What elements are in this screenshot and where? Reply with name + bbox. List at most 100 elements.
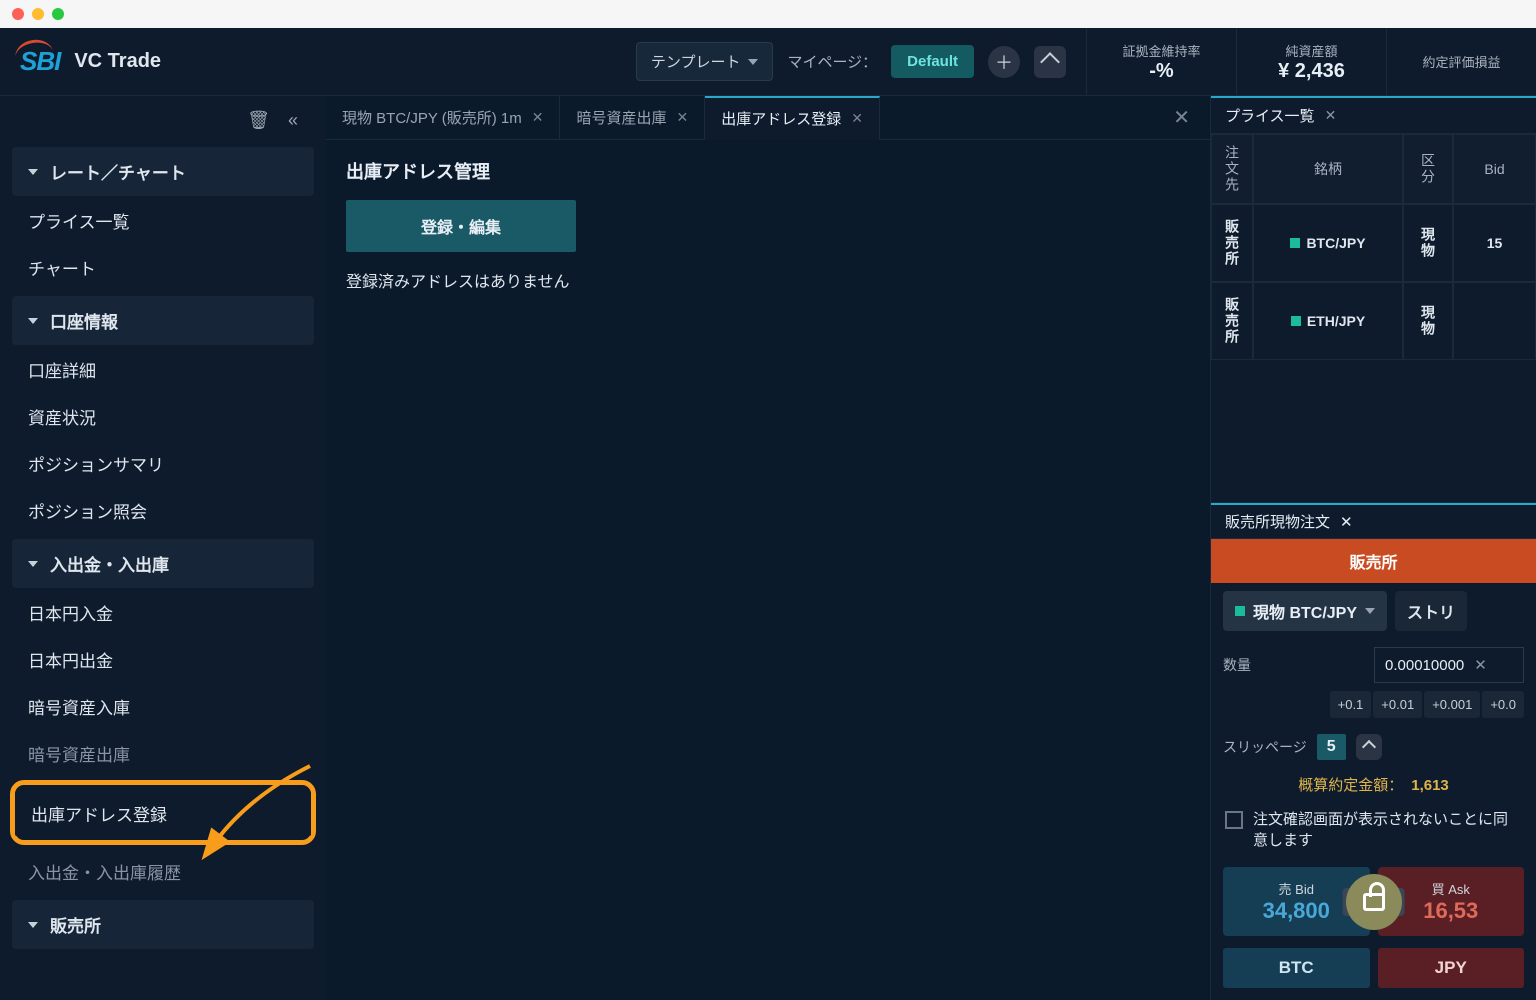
qty-input[interactable]: 0.00010000✕ xyxy=(1374,647,1524,683)
increment-button[interactable]: +0.0 xyxy=(1482,691,1524,718)
sidebar-item-crypto-withdraw[interactable]: 暗号資産出庫 xyxy=(12,731,314,776)
close-icon[interactable]: ✕ xyxy=(532,109,544,126)
empty-address-message: 登録済みアドレスはありません xyxy=(346,268,1190,292)
clear-icon[interactable]: ✕ xyxy=(1474,656,1487,674)
template-label: テンプレート xyxy=(651,51,741,72)
row-bid xyxy=(1453,282,1536,360)
close-icon[interactable]: ✕ xyxy=(851,110,863,127)
row-type: 現物 xyxy=(1418,305,1438,337)
sidebar-section-account[interactable]: 口座情報 xyxy=(12,296,314,345)
chevron-down-icon xyxy=(28,169,38,175)
right-panel: プライス一覧✕ 注文先 銘柄 区分 Bid 販売所 BTC/JPY 現物 15 … xyxy=(1210,96,1536,1000)
annotation-highlight: 出庫アドレス登録 xyxy=(10,780,316,845)
close-icon[interactable]: ✕ xyxy=(1340,513,1353,531)
main-content: 現物 BTC/JPY (販売所) 1m✕ 暗号資産出庫✕ 出庫アドレス登録✕ ✕… xyxy=(326,96,1210,1000)
sidebar-item-position-summary[interactable]: ポジションサマリ xyxy=(12,441,314,486)
increment-button[interactable]: +0.001 xyxy=(1424,691,1480,718)
increment-button[interactable]: +0.1 xyxy=(1330,691,1372,718)
minimize-window-icon[interactable] xyxy=(32,8,44,20)
brand-sbi: SBI xyxy=(20,46,60,77)
order-tab[interactable]: 販売所現物注文✕ xyxy=(1211,503,1536,539)
close-window-icon[interactable] xyxy=(12,8,24,20)
pencil-icon xyxy=(1040,52,1060,72)
sidebar-item-jpy-withdraw[interactable]: 日本円出金 xyxy=(12,637,314,682)
consent-checkbox[interactable] xyxy=(1225,811,1243,829)
lock-icon xyxy=(1363,893,1385,911)
stat-value: -% xyxy=(1115,60,1208,83)
sidebar-section-dealer[interactable]: 販売所 xyxy=(12,900,314,949)
brand-vct: VC Trade xyxy=(74,50,161,73)
col-symbol: 銘柄 xyxy=(1253,134,1403,204)
close-icon[interactable]: ✕ xyxy=(677,109,689,126)
consent-text: 注文確認画面が表示されないことに同意します xyxy=(1253,809,1522,851)
pencil-icon xyxy=(1362,740,1376,754)
symbol-btcjpy[interactable]: BTC/JPY xyxy=(1290,235,1365,251)
maximize-window-icon[interactable] xyxy=(52,8,64,20)
content-tabs: 現物 BTC/JPY (販売所) 1m✕ 暗号資産出庫✕ 出庫アドレス登録✕ ✕ xyxy=(326,96,1210,140)
status-indicator-icon xyxy=(1235,606,1245,616)
sidebar-section-funds[interactable]: 入出金・入出庫 xyxy=(12,539,314,588)
status-indicator-icon xyxy=(1291,316,1301,326)
tab-btc-chart[interactable]: 現物 BTC/JPY (販売所) 1m✕ xyxy=(326,96,560,140)
col-type: 区分 xyxy=(1418,153,1438,185)
chevron-down-icon xyxy=(28,318,38,324)
price-list-tab[interactable]: プライス一覧✕ xyxy=(1211,96,1536,134)
sidebar-item-asset-status[interactable]: 資産状況 xyxy=(12,394,314,439)
brand-logo: SBI VC Trade xyxy=(20,46,161,77)
mypage-default-button[interactable]: Default xyxy=(891,45,974,78)
sidebar-item-price-list[interactable]: プライス一覧 xyxy=(12,198,314,243)
tab-crypto-withdraw[interactable]: 暗号資産出庫✕ xyxy=(560,96,705,140)
qty-label: 数量 xyxy=(1223,655,1251,675)
panel-title: 出庫アドレス管理 xyxy=(346,158,1190,184)
sidebar-section-rates[interactable]: レート／チャート xyxy=(12,147,314,196)
sidebar-item-chart[interactable]: チャート xyxy=(12,245,314,290)
row-type: 現物 xyxy=(1418,227,1438,259)
pair-selector[interactable]: 現物 BTC/JPY xyxy=(1223,591,1387,631)
slippage-label: スリッページ xyxy=(1223,737,1307,757)
sidebar-item-position-inquiry[interactable]: ポジション照会 xyxy=(12,488,314,533)
register-edit-button[interactable]: 登録・編集 xyxy=(346,200,576,252)
row-dest: 販売所 xyxy=(1222,297,1242,345)
stat-label: 純資産額 xyxy=(1265,41,1358,60)
edit-slippage-button[interactable] xyxy=(1356,734,1382,760)
consent-row[interactable]: 注文確認画面が表示されないことに同意します xyxy=(1211,801,1536,859)
currency-btc-button[interactable]: BTC xyxy=(1223,948,1370,988)
window-titlebar xyxy=(0,0,1536,28)
edit-button[interactable] xyxy=(1034,46,1066,78)
dealer-bar: 販売所 xyxy=(1211,539,1536,583)
streaming-button[interactable]: ストリ xyxy=(1395,591,1467,631)
row-bid: 15 xyxy=(1453,204,1536,282)
close-icon[interactable]: ✕ xyxy=(1325,107,1337,124)
sidebar-item-funds-history[interactable]: 入出金・入出庫履歴 xyxy=(12,849,314,894)
estimate-label: 概算約定金額： xyxy=(1298,777,1403,794)
sidebar: 🗑 « レート／チャート プライス一覧 チャート 口座情報 口座詳細 資産状況 … xyxy=(0,96,326,1000)
sidebar-item-withdraw-address[interactable]: 出庫アドレス登録 xyxy=(15,791,311,836)
currency-jpy-button[interactable]: JPY xyxy=(1378,948,1525,988)
collapse-sidebar-icon[interactable]: « xyxy=(288,110,298,131)
order-panel: 販売所現物注文✕ 販売所 現物 BTC/JPY ストリ 数量 0.0001000… xyxy=(1211,502,1536,1000)
increment-button[interactable]: +0.01 xyxy=(1373,691,1422,718)
chevron-down-icon xyxy=(1365,608,1375,614)
lock-overlay xyxy=(1346,874,1402,930)
row-dest: 販売所 xyxy=(1222,219,1242,267)
account-stats: 証拠金維持率-% 純資産額¥ 2,436 約定評価損益 xyxy=(1086,28,1536,96)
stat-value: ¥ 2,436 xyxy=(1265,60,1358,83)
col-bid: Bid xyxy=(1453,134,1536,204)
sidebar-item-account-detail[interactable]: 口座詳細 xyxy=(12,347,314,392)
chevron-down-icon xyxy=(28,922,38,928)
template-dropdown[interactable]: テンプレート xyxy=(636,42,774,81)
sidebar-item-jpy-deposit[interactable]: 日本円入金 xyxy=(12,590,314,635)
top-bar: SBI VC Trade テンプレート マイページ： Default ＋ 証拠金… xyxy=(0,28,1536,96)
sidebar-item-crypto-deposit[interactable]: 暗号資産入庫 xyxy=(12,684,314,729)
slippage-value[interactable]: 5 xyxy=(1317,734,1346,760)
symbol-ethjpy[interactable]: ETH/JPY xyxy=(1291,313,1365,329)
chevron-down-icon xyxy=(28,561,38,567)
close-all-tabs-icon[interactable]: ✕ xyxy=(1153,105,1210,130)
status-indicator-icon xyxy=(1290,238,1300,248)
add-button[interactable]: ＋ xyxy=(988,46,1020,78)
trash-icon[interactable]: 🗑 xyxy=(247,110,270,131)
estimate-value: 1,613 xyxy=(1411,777,1449,794)
tab-withdraw-address[interactable]: 出庫アドレス登録✕ xyxy=(705,96,880,140)
col-dest: 注文先 xyxy=(1222,145,1242,193)
stat-label: 約定評価損益 xyxy=(1415,52,1508,71)
